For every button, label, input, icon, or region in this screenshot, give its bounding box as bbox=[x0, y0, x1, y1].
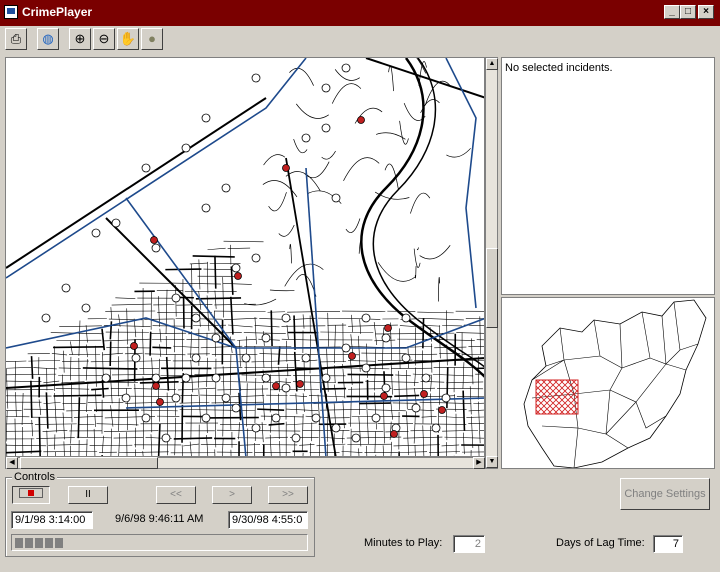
record-icon bbox=[19, 488, 43, 498]
hand-icon: ✋ bbox=[119, 31, 137, 46]
scroll-down-icon[interactable]: ▼ bbox=[486, 456, 498, 468]
globe-button[interactable]: ◍ bbox=[37, 28, 59, 50]
zoom-in-button[interactable]: ⊕ bbox=[69, 28, 91, 50]
end-date-field[interactable]: 9/30/98 4:55:0 bbox=[228, 511, 308, 529]
rewind-button[interactable]: << bbox=[156, 486, 196, 504]
select-button[interactable]: ● bbox=[141, 28, 163, 50]
map-vertical-scrollbar[interactable]: ▲ ▼ bbox=[485, 57, 498, 469]
minutes-to-play-label: Minutes to Play: bbox=[364, 537, 443, 549]
pause-button[interactable]: II bbox=[68, 486, 108, 504]
circle-icon: ● bbox=[148, 31, 156, 46]
print-icon: ⎙ bbox=[10, 31, 22, 46]
app-icon[interactable] bbox=[4, 5, 18, 19]
globe-icon: ◍ bbox=[42, 31, 54, 46]
record-button[interactable] bbox=[12, 486, 50, 504]
pan-hand-button[interactable]: ✋ bbox=[117, 28, 139, 50]
zoom-in-icon: ⊕ bbox=[74, 31, 86, 46]
play-button[interactable]: > bbox=[212, 486, 252, 504]
horizontal-scroll-thumb[interactable] bbox=[20, 457, 158, 469]
progress-segment bbox=[25, 538, 33, 548]
title-bar: CrimePlayer _ □ × bbox=[0, 0, 720, 26]
start-date-field[interactable]: 9/1/98 3:14:00 bbox=[11, 511, 93, 529]
progress-segment bbox=[15, 538, 23, 548]
controls-label: Controls bbox=[12, 471, 57, 483]
days-lag-label: Days of Lag Time: bbox=[556, 537, 645, 549]
fast-forward-button[interactable]: >> bbox=[268, 486, 308, 504]
main-map[interactable] bbox=[5, 57, 485, 457]
minimize-button[interactable]: _ bbox=[664, 5, 680, 19]
scroll-left-icon[interactable]: ◀ bbox=[6, 457, 18, 469]
progress-segment bbox=[55, 538, 63, 548]
print-button[interactable]: ⎙ bbox=[5, 28, 27, 50]
progress-segment bbox=[45, 538, 53, 548]
city-outline-map[interactable] bbox=[502, 298, 715, 469]
map-horizontal-scrollbar[interactable]: ◀ ▶ bbox=[5, 457, 485, 469]
playback-progress bbox=[11, 534, 308, 551]
scroll-up-icon[interactable]: ▲ bbox=[486, 58, 498, 70]
zoom-out-button[interactable]: ⊖ bbox=[93, 28, 115, 50]
days-lag-field[interactable]: 7 bbox=[653, 535, 683, 553]
scroll-right-icon[interactable]: ▶ bbox=[473, 457, 485, 469]
zoom-out-icon: ⊖ bbox=[98, 31, 110, 46]
window-title: CrimePlayer bbox=[22, 5, 93, 19]
current-date-label: 9/6/98 9:46:11 AM bbox=[115, 513, 204, 525]
incident-info-text: No selected incidents. bbox=[505, 62, 613, 74]
street-map[interactable] bbox=[6, 58, 485, 457]
maximize-button[interactable]: □ bbox=[680, 5, 696, 19]
change-settings-button[interactable]: Change Settings bbox=[620, 478, 710, 510]
vertical-scroll-thumb[interactable] bbox=[486, 248, 498, 328]
progress-segment bbox=[35, 538, 43, 548]
overview-map[interactable] bbox=[501, 297, 715, 469]
close-button[interactable]: × bbox=[698, 5, 714, 19]
incident-info-panel: No selected incidents. bbox=[501, 57, 715, 295]
minutes-to-play-field[interactable]: 2 bbox=[453, 535, 485, 553]
